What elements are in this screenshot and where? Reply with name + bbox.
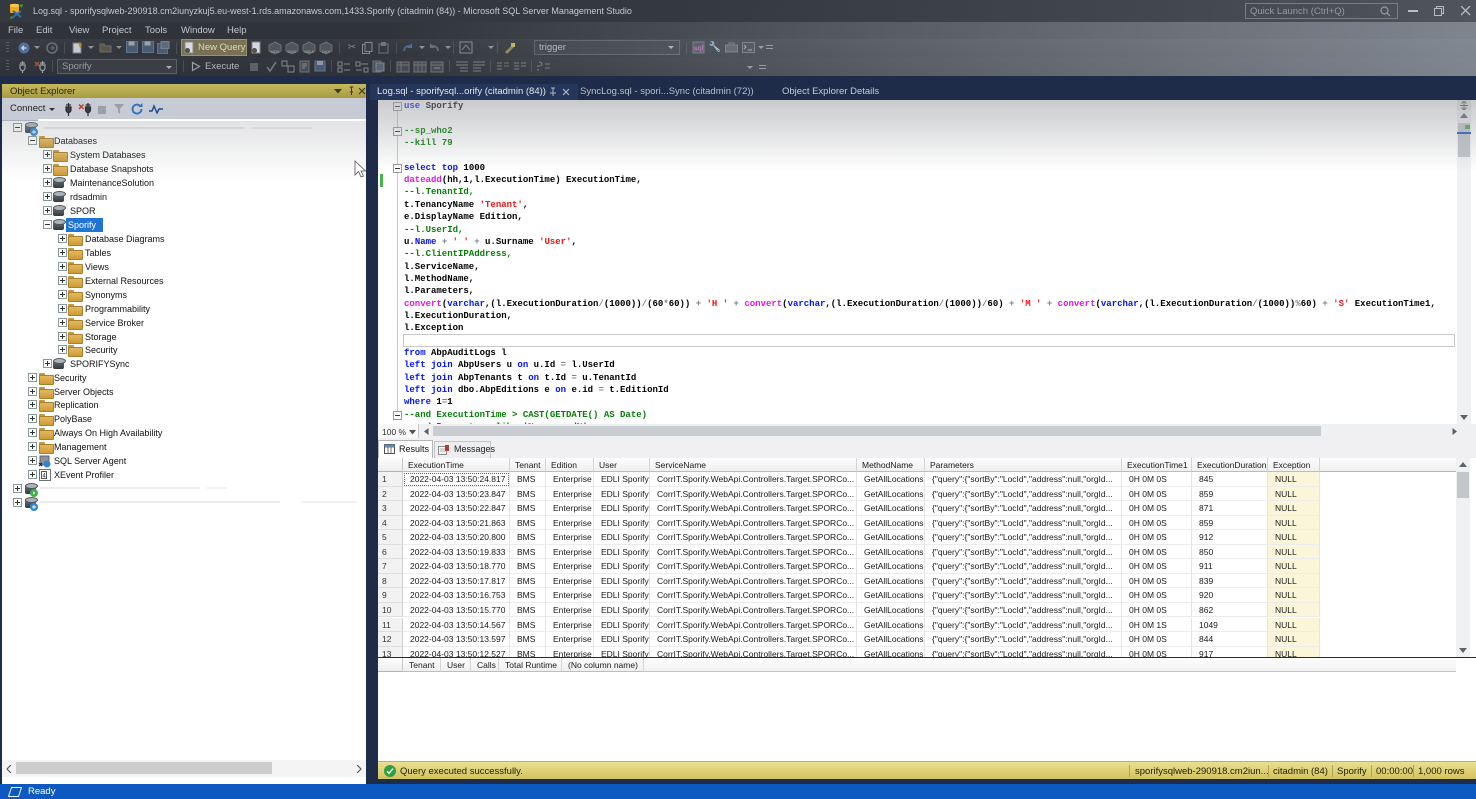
svg-text:DAX: DAX (322, 49, 331, 54)
svg-text:XMLA: XMLA (304, 50, 314, 54)
svg-text:DMX: DMX (288, 49, 297, 54)
svg-text:MDX: MDX (271, 49, 280, 54)
svg-text:sql: sql (693, 46, 703, 53)
